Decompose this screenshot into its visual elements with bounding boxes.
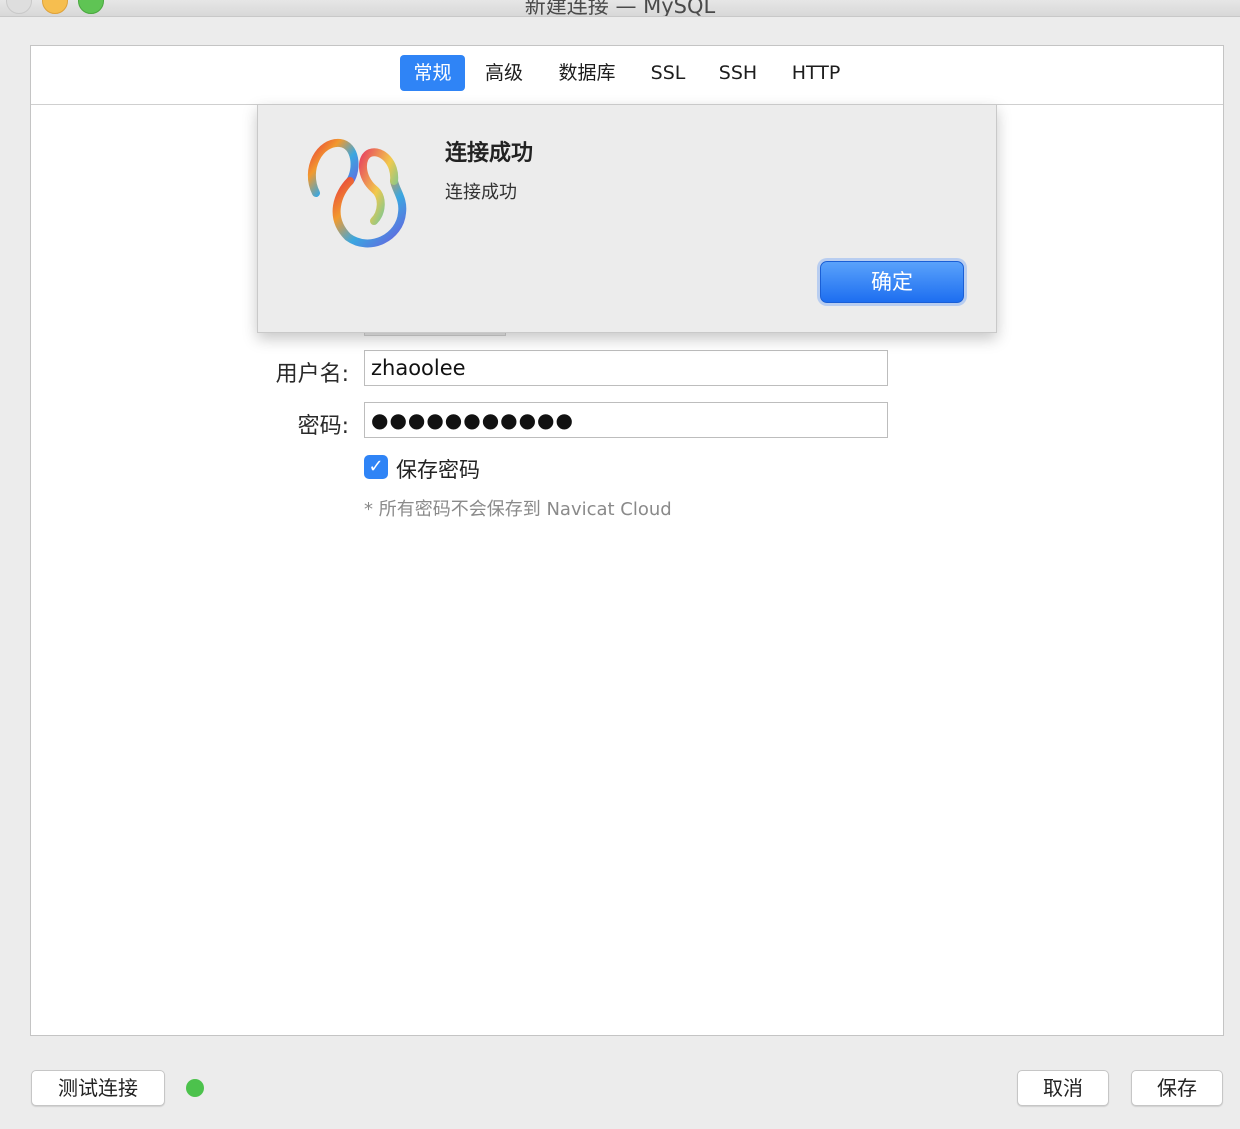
tab-database[interactable]: 数据库 xyxy=(549,55,625,91)
tab-advanced[interactable]: 高级 xyxy=(475,55,533,91)
dialog-message: 连接成功 xyxy=(445,182,517,203)
save-password-checkbox[interactable]: ✓ xyxy=(364,455,388,479)
password-label: 密码: xyxy=(297,414,349,439)
password-cloud-note: * 所有密码不会保存到 Navicat Cloud xyxy=(364,499,672,520)
tab-ssl[interactable]: SSL xyxy=(639,55,697,91)
username-input[interactable]: zhaoolee xyxy=(364,350,888,386)
password-input[interactable]: ●●●●●●●●●●● xyxy=(364,402,888,438)
tab-ssh[interactable]: SSH xyxy=(709,55,767,91)
save-button[interactable]: 保存 xyxy=(1131,1070,1223,1106)
test-connection-button[interactable]: 测试连接 xyxy=(31,1070,165,1106)
connection-success-dialog: 连接成功 连接成功 确定 xyxy=(257,104,997,333)
title-bar: 新建连接 — MySQL xyxy=(0,0,1240,17)
tab-general[interactable]: 常规 xyxy=(400,55,465,91)
save-password-label[interactable]: 保存密码 xyxy=(396,454,480,484)
navicat-logo-icon xyxy=(307,139,407,248)
dialog-title: 连接成功 xyxy=(445,141,534,166)
username-label: 用户名: xyxy=(275,362,349,387)
connection-status-indicator xyxy=(186,1079,204,1097)
tab-http[interactable]: HTTP xyxy=(781,55,851,91)
window-title: 新建连接 — MySQL xyxy=(524,0,716,17)
tab-bar: 常规 高级 数据库 SSL SSH HTTP xyxy=(31,46,1223,105)
cancel-button[interactable]: 取消 xyxy=(1017,1070,1109,1106)
ok-button[interactable]: 确定 xyxy=(820,261,964,303)
